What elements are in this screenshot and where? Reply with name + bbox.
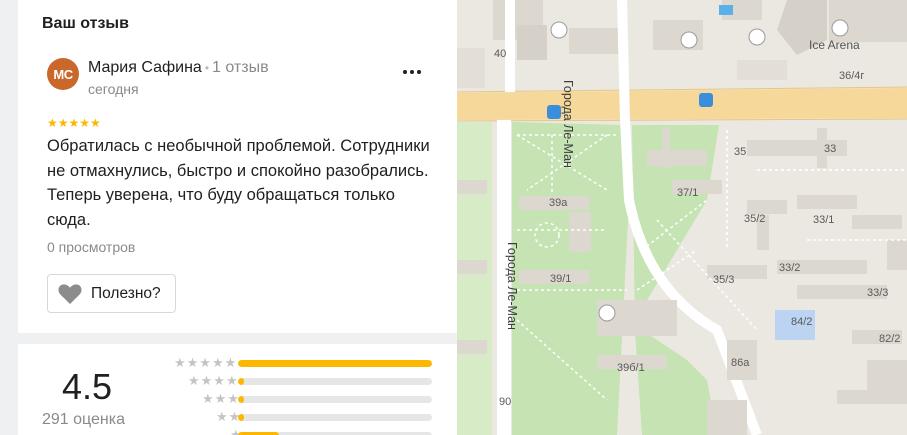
building-number: 86а <box>731 357 750 369</box>
avatar[interactable]: МС <box>47 58 79 90</box>
building-number: 35 <box>734 146 747 158</box>
dot-icon <box>410 70 414 74</box>
rating-bar-row: ★★★★ <box>154 373 434 388</box>
building-number: 84/2 <box>791 316 813 328</box>
rating-bar-track <box>238 414 432 421</box>
author-review-count: 1 отзыв <box>212 59 269 76</box>
building-number: 39а <box>549 197 568 209</box>
building-number: 35/3 <box>713 274 735 286</box>
rating-bar-fill <box>238 378 244 385</box>
building-number: 90 <box>499 396 512 408</box>
card-title: Ваш отзыв <box>42 15 129 32</box>
rating-bar-row: ★★ <box>154 410 434 424</box>
rating-bar-row: ★★★★★ <box>154 355 434 370</box>
rating-bar-track <box>238 360 432 367</box>
street-label-left: Города Ле-Ман <box>505 242 519 330</box>
poi-ice-arena[interactable]: Ice Arena <box>809 38 860 52</box>
heart-icon <box>57 282 83 306</box>
rating-bar-stars: ★★★ <box>202 391 240 406</box>
rating-bar-row: ★ <box>154 428 434 435</box>
dot-icon <box>403 70 407 74</box>
rating-bar-stars: ★★★★★ <box>174 355 238 370</box>
building-number: 37/1 <box>677 187 699 199</box>
review-stars: ★★★★★ <box>47 116 101 130</box>
map-canvas <box>457 0 907 435</box>
rating-bar-fill <box>238 396 244 403</box>
review-text: Обратилась с необычной проблемой. Сотруд… <box>47 137 430 229</box>
rating-bar-track <box>238 378 432 385</box>
building-number: 33/2 <box>779 262 801 274</box>
map[interactable]: Города Ле-Ман Города Ле-Ман Ice Arena 40… <box>457 0 907 435</box>
author-name[interactable]: Мария Сафина <box>88 59 202 76</box>
author-line: Мария Сафина • 1 отзыв <box>88 59 269 77</box>
building-number: 39/1 <box>550 273 572 285</box>
review-date: сегодня <box>88 81 139 97</box>
reviews-panel: Ваш отзыв МС Мария Сафина • 1 отзыв сегодн… <box>0 0 457 435</box>
building-number: 35/2 <box>744 213 766 225</box>
useful-label: Полезно? <box>91 284 161 302</box>
rating-bar-stars: ★★★★ <box>188 373 239 388</box>
separator-dot: • <box>204 61 210 75</box>
building-number: 36/4г <box>839 70 865 82</box>
street-label-right: Города Ле-Ман <box>561 80 575 168</box>
building-number: 82/2 <box>879 333 901 345</box>
my-review-card: Ваш отзыв МС Мария Сафина • 1 отзыв сегодн… <box>18 0 457 333</box>
rating-bar-fill <box>238 414 244 421</box>
rating-bar-track <box>238 396 432 403</box>
dot-icon <box>417 70 421 74</box>
building-number: 39б/1 <box>617 362 645 374</box>
rating-count: 291 оценка <box>42 411 126 428</box>
building-number: 40 <box>494 48 507 60</box>
building-number: 33/1 <box>813 214 835 226</box>
useful-button[interactable]: Полезно? <box>47 274 176 313</box>
views-count: 0 просмотров <box>47 239 136 255</box>
rating-bar-fill <box>238 360 432 367</box>
rating-summary: 4.5 291 оценка ★★★★★ ★★★★ ★★★ ★★ ★ <box>18 344 457 435</box>
rating-value: 4.5 <box>62 366 113 407</box>
more-options-button[interactable] <box>400 60 424 84</box>
rating-bar-row: ★★★ <box>154 391 434 406</box>
building-number: 33/3 <box>867 287 889 299</box>
building-number: 33 <box>824 143 837 155</box>
